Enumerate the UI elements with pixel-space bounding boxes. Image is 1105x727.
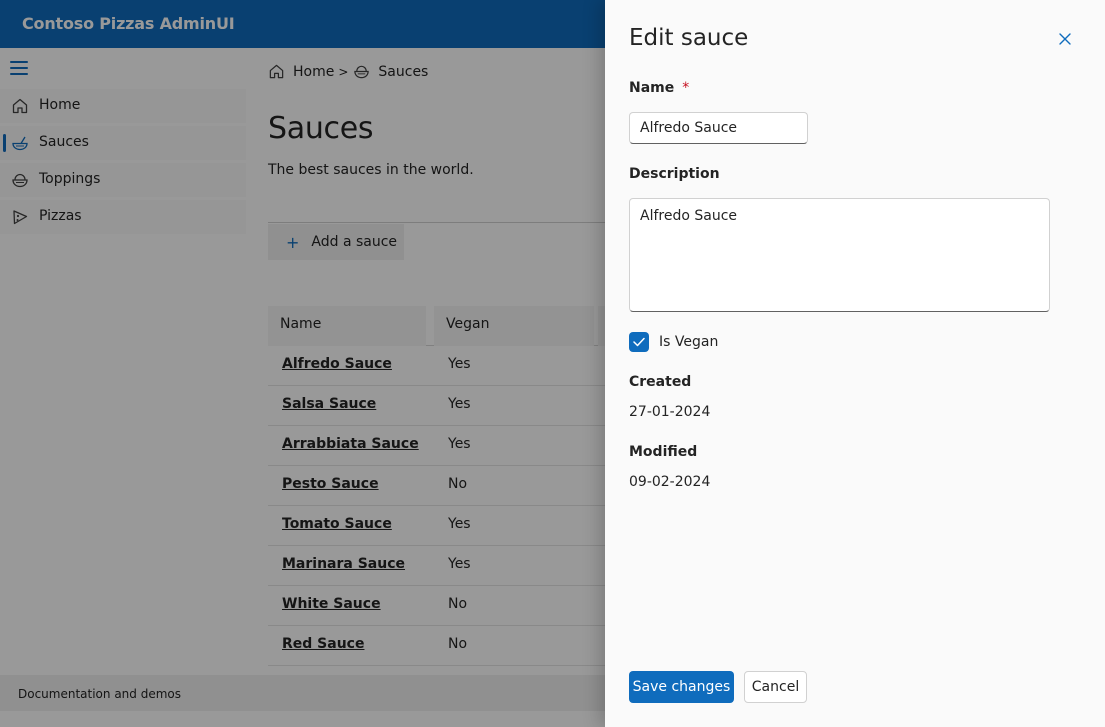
modal-overlay[interactable] [0,0,605,727]
panel-title: Edit sauce [629,25,749,51]
name-label: Name * [629,80,689,96]
is-vegan-label: Is Vegan [659,334,719,350]
required-mark: * [682,80,690,96]
modified-label: Modified [629,444,698,460]
name-label-text: Name [629,80,675,96]
is-vegan-checkbox[interactable] [629,332,649,352]
created-label: Created [629,374,692,390]
cancel-button[interactable]: Cancel [744,671,807,703]
checkmark-icon [633,337,645,347]
close-button[interactable] [1055,29,1075,49]
name-field[interactable] [629,112,808,144]
description-field[interactable]: Alfredo Sauce [629,198,1050,312]
save-changes-button[interactable]: Save changes [629,671,734,703]
close-icon [1059,33,1071,45]
created-value: 27-01-2024 [629,404,711,420]
description-label: Description [629,166,720,182]
edit-sauce-panel: Edit sauce Name * Description Alfredo Sau… [605,0,1105,727]
modified-value: 09-02-2024 [629,474,711,490]
